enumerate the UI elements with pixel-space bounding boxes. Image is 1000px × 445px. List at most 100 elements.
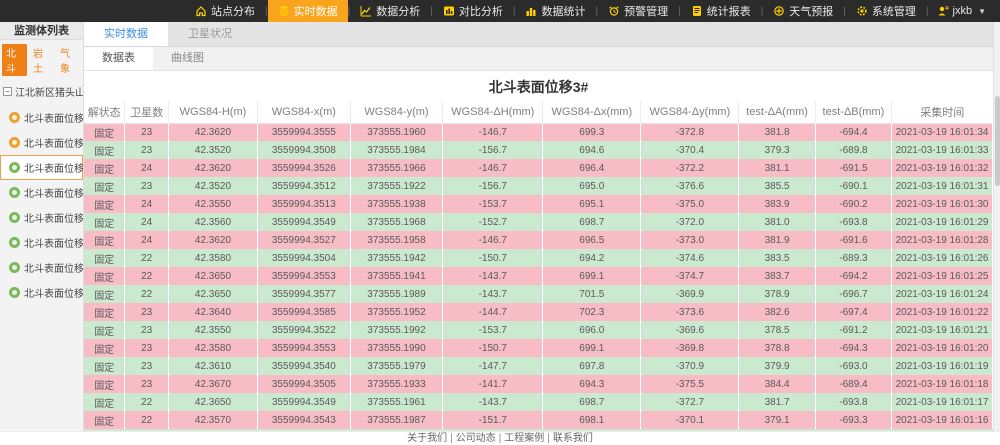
table-cell: 373555.1989 <box>350 285 443 303</box>
table-row: 固定2342.36703559994.3505373555.1933-141.7… <box>84 375 993 393</box>
table-cell: 373555.1992 <box>350 321 443 339</box>
table-cell: 24 <box>125 231 169 249</box>
footer-link-4[interactable]: 联系我们 <box>553 433 593 444</box>
nav-item-4[interactable]: 对比分析 <box>433 0 513 22</box>
sidebar-item-point-5[interactable]: 北斗表面位移5# <box>0 205 83 230</box>
table-cell: 固定 <box>84 375 125 393</box>
sidebar-item-point-8[interactable]: 北斗表面位移8# <box>0 280 83 305</box>
table-cell: 702.3 <box>543 303 641 321</box>
table-cell: 695.1 <box>543 195 641 213</box>
table-cell: -150.7 <box>443 249 543 267</box>
table-cell: -691.5 <box>815 159 891 177</box>
column-header: WGS84-y(m) <box>350 101 443 123</box>
table-cell: 23 <box>125 375 169 393</box>
table-cell: -156.7 <box>443 177 543 195</box>
nav-item-9[interactable]: 系统管理 <box>846 0 926 22</box>
table-cell: 固定 <box>84 411 125 429</box>
table-cell: -697.4 <box>815 303 891 321</box>
table-cell: -691.2 <box>815 321 891 339</box>
nav-item-8[interactable]: 天气预报 <box>763 0 843 22</box>
table-cell: 3559994.3540 <box>258 357 351 375</box>
table-cell: 379.3 <box>739 141 815 159</box>
table-cell: 2021-03-19 16:01:33 <box>892 141 993 159</box>
tree-root-label: 江北新区猪头山... <box>15 84 83 99</box>
table-cell: 384.4 <box>739 375 815 393</box>
monitor-point-icon <box>9 262 20 273</box>
footer-separator: | <box>447 433 456 444</box>
table-cell: 3559994.3549 <box>258 393 351 411</box>
nav-item-7[interactable]: 统计报表 <box>681 0 761 22</box>
table-cell: 373555.1968 <box>350 213 443 231</box>
collapse-icon[interactable]: − <box>3 87 12 96</box>
nav-item-label: 系统管理 <box>872 3 916 19</box>
nav-item-3[interactable]: 数据分析 <box>350 0 430 22</box>
sidebar-item-point-3[interactable]: 北斗表面位移3# <box>0 155 83 180</box>
table-cell: 3559994.3504 <box>258 249 351 267</box>
table-cell: 固定 <box>84 141 125 159</box>
table-row: 固定2342.35203559994.3508373555.1984-156.7… <box>84 141 993 159</box>
vertical-scrollbar[interactable] <box>993 22 1000 431</box>
subtab-2[interactable]: 曲线图 <box>153 47 222 70</box>
tab-1[interactable]: 实时数据 <box>84 22 168 46</box>
table-cell: 373555.1952 <box>350 303 443 321</box>
table-cell: 379.9 <box>739 357 815 375</box>
footer-link-2[interactable]: 公司动态 <box>456 433 496 444</box>
table-row: 固定2342.35203559994.3512373555.1922-156.7… <box>84 177 993 195</box>
partial-table-row <box>84 429 993 431</box>
table-row: 固定2342.36403559994.3585373555.1952-144.7… <box>84 303 993 321</box>
scrollbar-thumb[interactable] <box>995 96 1000 186</box>
table-cell: -374.7 <box>641 267 739 285</box>
table-cell: 699.1 <box>543 339 641 357</box>
sidebar-tab-3[interactable]: 气象 <box>56 44 81 76</box>
table-cell: 3559994.3522 <box>258 321 351 339</box>
sidebar-item-label: 北斗表面位移7# <box>24 260 84 275</box>
table-cell: 24 <box>125 159 169 177</box>
table-cell: 3559994.3512 <box>258 177 351 195</box>
table-cell: 固定 <box>84 357 125 375</box>
footer: 关于我们|公司动态|工程案例|联系我们 <box>0 431 1000 445</box>
body-row: 监测体列表 北斗岩土气象 − 江北新区猪头山... 北斗表面位移1#北斗表面位移… <box>0 22 1000 431</box>
app-window: 站点分布|实时数据|数据分析|对比分析|数据统计|预警管理|统计报表|天气预报|… <box>0 0 1000 445</box>
user-menu[interactable]: jxkb ▼ <box>929 0 1000 22</box>
sidebar-item-point-4[interactable]: 北斗表面位移4# <box>0 180 83 205</box>
subtab-1[interactable]: 数据表 <box>84 47 153 70</box>
table-cell: -372.0 <box>641 213 739 231</box>
table-cell: 42.3580 <box>168 339 257 357</box>
table-cell: -153.7 <box>443 195 543 213</box>
bar-chart-icon <box>525 5 537 17</box>
table-cell: -694.3 <box>815 339 891 357</box>
table-cell: 3559994.3527 <box>258 231 351 249</box>
table-cell: -370.4 <box>641 141 739 159</box>
table-row: 固定2242.35703559994.3543373555.1987-151.7… <box>84 411 993 429</box>
table-cell: 373555.1933 <box>350 375 443 393</box>
sidebar-item-label: 北斗表面位移3# <box>24 160 84 175</box>
table-cell: 23 <box>125 123 169 141</box>
main-tabbar: 实时数据卫星状况 <box>84 22 1000 47</box>
table-cell: -372.7 <box>641 393 739 411</box>
sidebar-tab-2[interactable]: 岩土 <box>29 44 54 76</box>
nav-item-6[interactable]: 预警管理 <box>598 0 678 22</box>
nav-item-5[interactable]: 数据统计 <box>515 0 595 22</box>
monitor-point-icon <box>9 162 20 173</box>
sidebar-item-point-1[interactable]: 北斗表面位移1# <box>0 105 83 130</box>
table-cell: 2021-03-19 16:01:21 <box>892 321 993 339</box>
tab-2[interactable]: 卫星状况 <box>168 22 252 46</box>
sidebar-item-point-6[interactable]: 北斗表面位移6# <box>0 230 83 255</box>
sidebar-item-point-7[interactable]: 北斗表面位移7# <box>0 255 83 280</box>
content-area: 北斗表面位移3# 解状态卫星数WGS84-H(m)WGS84-x(m)WGS84… <box>84 71 1000 431</box>
table-cell: 383.9 <box>739 195 815 213</box>
table-cell: 22 <box>125 249 169 267</box>
table-cell: -153.7 <box>443 321 543 339</box>
sidebar-tab-1[interactable]: 北斗 <box>2 44 27 76</box>
nav-item-1[interactable]: 站点分布 <box>185 0 265 22</box>
nav-item-2[interactable]: 实时数据 <box>268 0 348 22</box>
tree-root-node[interactable]: − 江北新区猪头山... <box>0 79 83 103</box>
sidebar-item-point-2[interactable]: 北斗表面位移2# <box>0 130 83 155</box>
footer-link-3[interactable]: 工程案例 <box>504 433 544 444</box>
sidebar: 监测体列表 北斗岩土气象 − 江北新区猪头山... 北斗表面位移1#北斗表面位移… <box>0 22 84 431</box>
table-cell: -690.1 <box>815 177 891 195</box>
table-cell: 694.3 <box>543 375 641 393</box>
table-cell: 699.3 <box>543 123 641 141</box>
table-cell: 22 <box>125 285 169 303</box>
footer-link-1[interactable]: 关于我们 <box>407 433 447 444</box>
